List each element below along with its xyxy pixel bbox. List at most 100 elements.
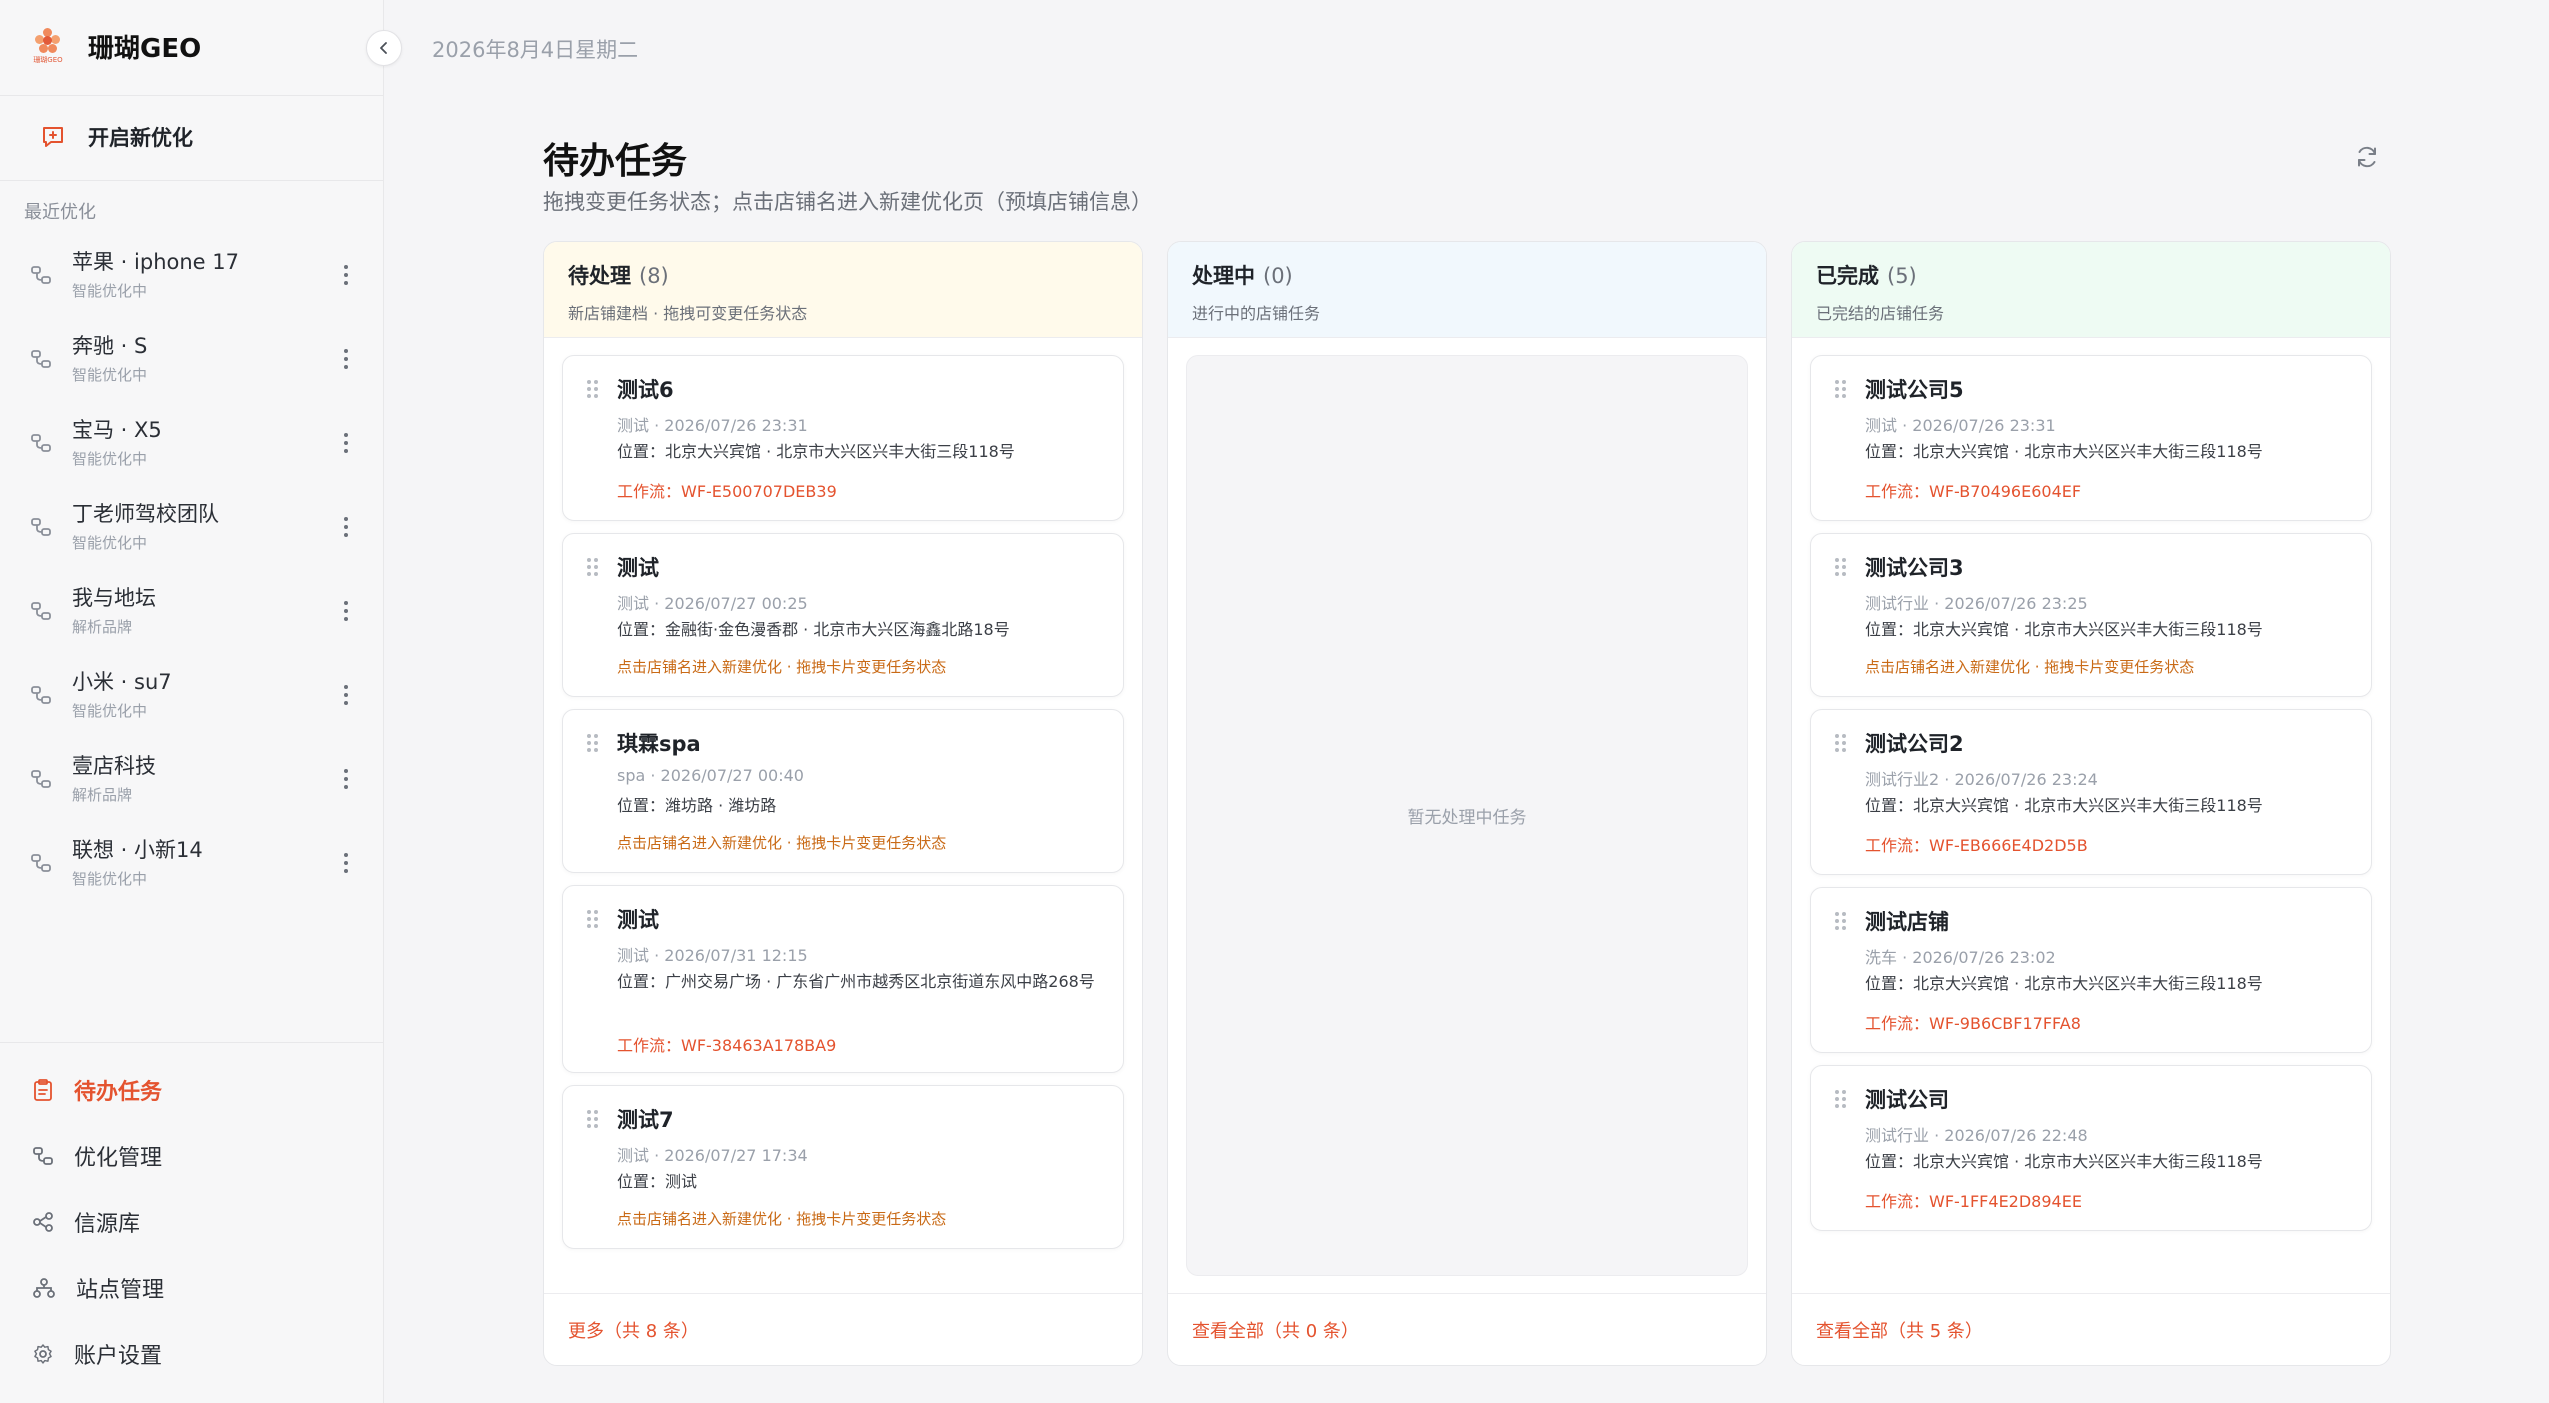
shop-name-link[interactable]: 测试公司: [1865, 1084, 1949, 1114]
recent-item[interactable]: 小米 · su7 智能优化中: [0, 656, 384, 740]
new-optimization-label: 开启新优化: [88, 126, 193, 150]
recent-item[interactable]: 奔驰 · S 智能优化中: [0, 320, 384, 404]
task-card[interactable]: 测试 测试 · 2026/07/31 12:15 位置：广州交易广场 · 广东省…: [562, 885, 1124, 1073]
link-nodes-icon: [31, 434, 51, 452]
divider: [0, 95, 384, 96]
shop-name-link[interactable]: 测试6: [617, 374, 674, 404]
recent-item-name: 我与地坛: [72, 586, 156, 610]
new-optimization-button[interactable]: 开启新优化: [40, 120, 193, 154]
coral-logo-icon: 珊瑚GEO: [28, 26, 68, 66]
link-nodes-icon: [31, 854, 51, 872]
card-meta: 洗车 · 2026/07/26 23:02: [1865, 948, 2056, 967]
recent-item[interactable]: 联想 · 小新14 智能优化中: [0, 824, 384, 908]
drag-handle-icon[interactable]: [587, 1110, 599, 1128]
logo-text: 珊瑚GEO: [33, 55, 63, 64]
recent-item[interactable]: 壹店科技 解析品牌: [0, 740, 384, 824]
card-meta: 测试行业 · 2026/07/26 23:25: [1865, 594, 2088, 613]
card-meta: 测试 · 2026/07/27 00:25: [617, 594, 808, 613]
recent-item[interactable]: 苹果 · iphone 17 智能优化中: [0, 236, 384, 320]
recent-title: 最近优化: [24, 202, 96, 223]
recent-item-status: 智能优化中: [72, 534, 148, 552]
shop-name-link[interactable]: 测试公司2: [1865, 728, 1964, 758]
card-meta: 测试 · 2026/07/27 17:34: [617, 1146, 808, 1165]
task-card[interactable]: 测试公司2 测试行业2 · 2026/07/26 23:24 位置：北京大兴宾馆…: [1810, 709, 2372, 875]
recent-item-status: 智能优化中: [72, 450, 148, 468]
task-card[interactable]: 测试 测试 · 2026/07/27 00:25 位置：金融街·金色漫香郡 · …: [562, 533, 1124, 697]
column-header: 处理中 (0) 进行中的店铺任务: [1168, 242, 1766, 338]
workflow-id: 工作流：WF-EB666E4D2D5B: [1865, 836, 2088, 855]
task-card[interactable]: 测试6 测试 · 2026/07/26 23:31 位置：北京大兴宾馆 · 北京…: [562, 355, 1124, 521]
more-vertical-icon[interactable]: [336, 848, 356, 878]
task-card[interactable]: 测试公司3 测试行业 · 2026/07/26 23:25 位置：北京大兴宾馆 …: [1810, 533, 2372, 697]
clipboard-icon: [34, 1079, 52, 1101]
more-vertical-icon[interactable]: [336, 764, 356, 794]
refresh-button[interactable]: [2354, 144, 2380, 170]
empty-drop-zone[interactable]: 暂无处理中任务: [1186, 355, 1748, 1276]
more-vertical-icon[interactable]: [336, 260, 356, 290]
chevron-left-icon: [380, 42, 387, 54]
new-chat-icon: [43, 127, 63, 147]
link-nodes-icon: [31, 602, 51, 620]
refresh-icon: [2358, 146, 2376, 168]
card-hint: 点击店铺名进入新建优化 · 拖拽卡片变更任务状态: [617, 658, 947, 676]
drag-handle-icon[interactable]: [1835, 380, 1847, 398]
shop-name-link[interactable]: 测试公司3: [1865, 552, 1964, 582]
drag-handle-icon[interactable]: [587, 734, 599, 752]
nav-item-sites[interactable]: 站点管理: [0, 1255, 384, 1321]
drag-handle-icon[interactable]: [1835, 734, 1847, 752]
page-title: 待办任务: [543, 141, 688, 182]
nav-item-settings[interactable]: 账户设置: [0, 1321, 384, 1387]
column-header: 已完成 (5) 已完结的店铺任务: [1792, 242, 2390, 338]
column-header: 待处理 (8) 新店铺建档 · 拖拽可变更任务状态: [544, 242, 1142, 338]
recent-item[interactable]: 宝马 · X5 智能优化中: [0, 404, 384, 488]
shop-name-link[interactable]: 测试公司5: [1865, 374, 1964, 404]
workflow-id: 工作流：WF-B70496E604EF: [1865, 482, 2082, 501]
card-meta: spa · 2026/07/27 00:40: [617, 766, 804, 785]
recent-item-name: 丁老师驾校团队: [72, 502, 219, 526]
drag-handle-icon[interactable]: [1835, 558, 1847, 576]
workflow-id: 工作流：WF-9B6CBF17FFA8: [1865, 1014, 2081, 1033]
shop-name-link[interactable]: 测试7: [617, 1104, 674, 1134]
shop-name-link[interactable]: 测试店铺: [1865, 906, 1949, 936]
shop-name-link[interactable]: 测试: [617, 904, 659, 934]
gear-icon: [34, 1344, 52, 1364]
more-vertical-icon[interactable]: [336, 344, 356, 374]
nav-item-todo[interactable]: 待办任务: [0, 1057, 384, 1123]
card-location: 位置：金融街·金色漫香郡 · 北京市大兴区海鑫北路18号: [617, 620, 1010, 639]
column-footer: 查看全部（共 0 条）: [1168, 1293, 1766, 1365]
collapse-sidebar-button[interactable]: [366, 30, 402, 66]
main-nav: 待办任务 优化管理 信源库 站点管理 账户设置: [0, 1057, 384, 1387]
task-card[interactable]: 测试公司 测试行业 · 2026/07/26 22:48 位置：北京大兴宾馆 ·…: [1810, 1065, 2372, 1231]
column-count: (0): [1263, 264, 1293, 288]
shop-name-link[interactable]: 测试: [617, 552, 659, 582]
view-all-link[interactable]: 查看全部（共 5 条）: [1816, 1317, 1983, 1343]
column-footer: 查看全部（共 5 条）: [1792, 1293, 2390, 1365]
workflow-id: 工作流：WF-38463A178BA9: [617, 1036, 837, 1055]
nav-item-sources[interactable]: 信源库: [0, 1189, 384, 1255]
drag-handle-icon[interactable]: [587, 910, 599, 928]
recent-item-status: 解析品牌: [72, 618, 133, 636]
current-date: 2026年8月4日星期二: [432, 38, 639, 62]
nav-label: 待办任务: [74, 1080, 163, 1105]
nav-item-optimization[interactable]: 优化管理: [0, 1123, 384, 1189]
drag-handle-icon[interactable]: [1835, 912, 1847, 930]
recent-item[interactable]: 我与地坛 解析品牌: [0, 572, 384, 656]
recent-item[interactable]: 丁老师驾校团队 智能优化中: [0, 488, 384, 572]
shop-name-link[interactable]: 琪霖spa: [617, 728, 701, 758]
task-card[interactable]: 测试店铺 洗车 · 2026/07/26 23:02 位置：北京大兴宾馆 · 北…: [1810, 887, 2372, 1053]
task-card[interactable]: 琪霖spa spa · 2026/07/27 00:40 位置：潍坊路 · 潍坊…: [562, 709, 1124, 873]
more-vertical-icon[interactable]: [336, 596, 356, 626]
view-all-link[interactable]: 查看全部（共 0 条）: [1192, 1317, 1359, 1343]
drag-handle-icon[interactable]: [587, 558, 599, 576]
more-vertical-icon[interactable]: [336, 512, 356, 542]
brand[interactable]: 珊瑚GEO 珊瑚GEO: [28, 24, 201, 68]
drag-handle-icon[interactable]: [1835, 1090, 1847, 1108]
show-more-link[interactable]: 更多（共 8 条）: [568, 1317, 699, 1343]
more-vertical-icon[interactable]: [336, 680, 356, 710]
link-nodes-icon: [31, 350, 51, 368]
more-vertical-icon[interactable]: [336, 428, 356, 458]
task-card[interactable]: 测试公司5 测试 · 2026/07/26 23:31 位置：北京大兴宾馆 · …: [1810, 355, 2372, 521]
card-meta: 测试 · 2026/07/31 12:15: [617, 946, 808, 965]
drag-handle-icon[interactable]: [587, 380, 599, 398]
task-card[interactable]: 测试7 测试 · 2026/07/27 17:34 位置：测试 点击店铺名进入新…: [562, 1085, 1124, 1249]
